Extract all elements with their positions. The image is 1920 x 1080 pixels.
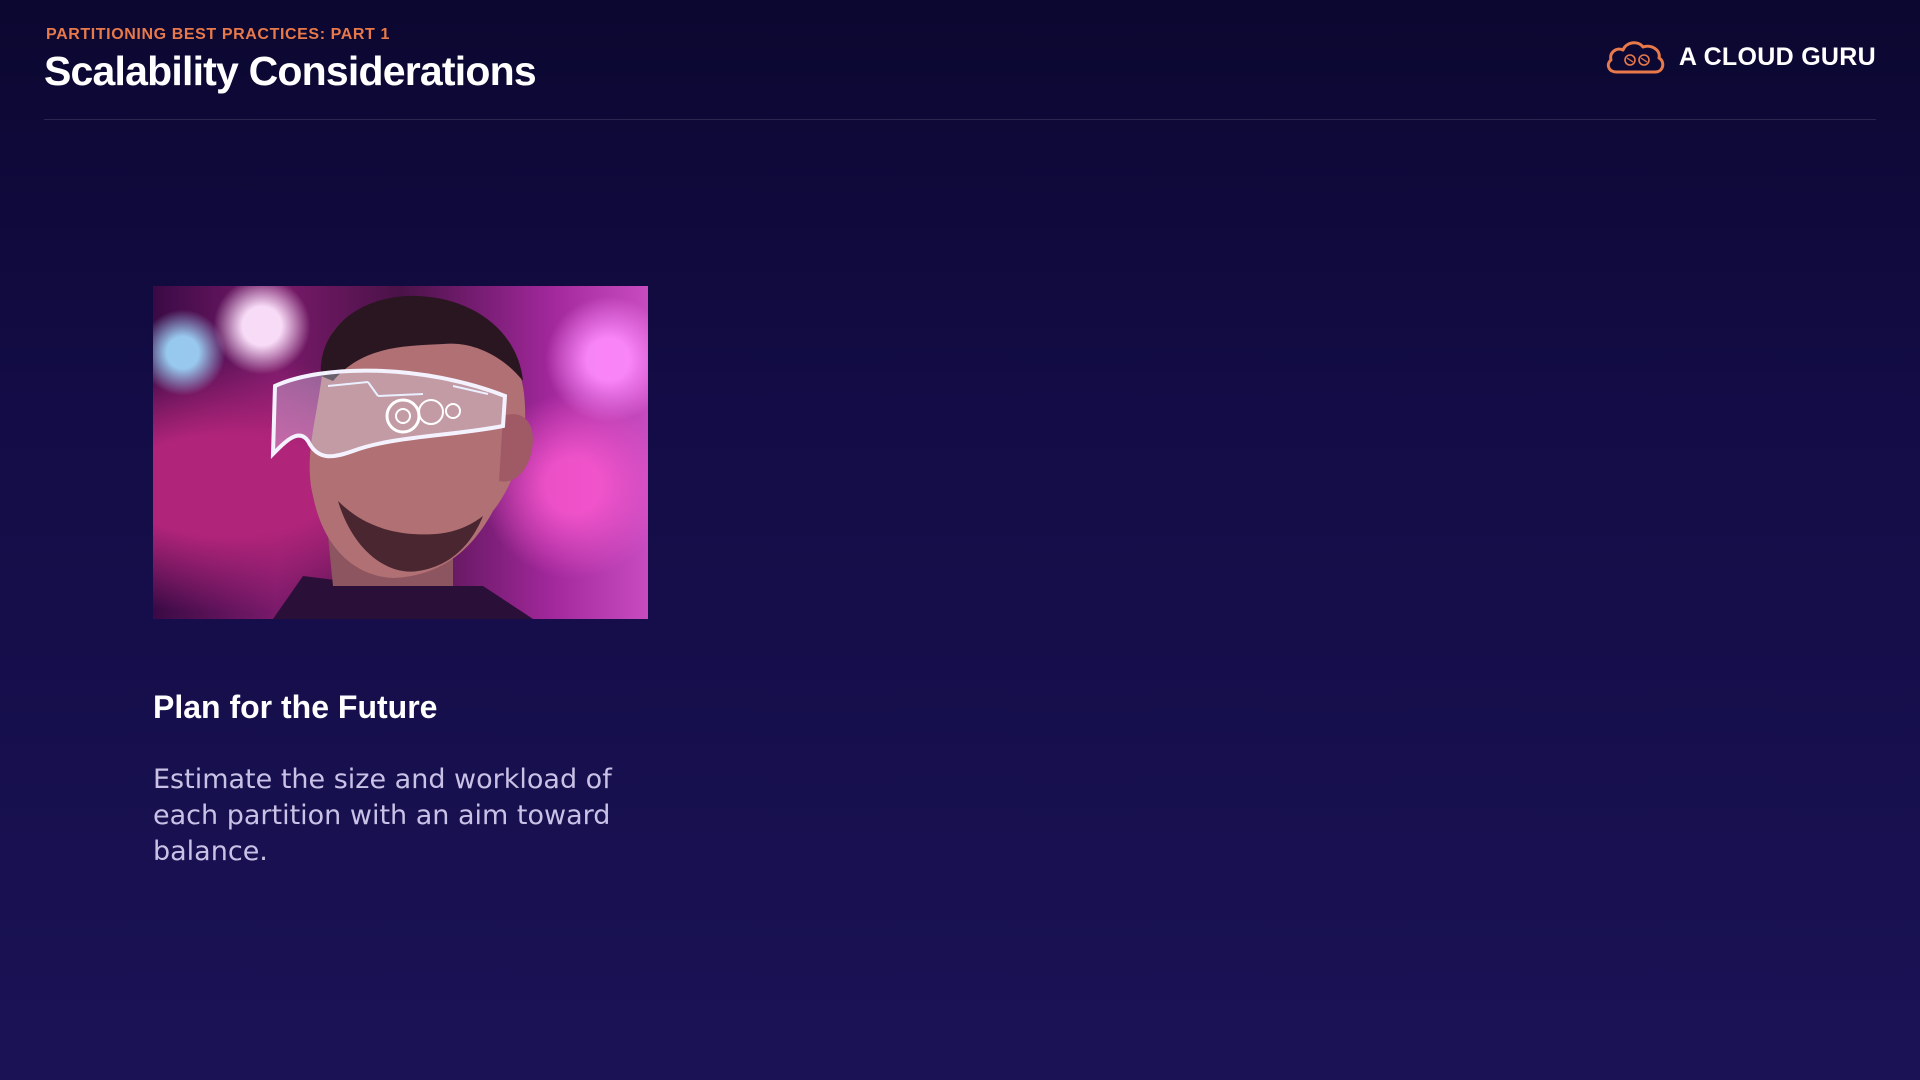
header-divider	[44, 119, 1876, 120]
card-heading: Plan for the Future	[153, 689, 438, 725]
futuristic-visor-photo	[153, 286, 648, 619]
slide-title: Scalability Considerations	[44, 48, 537, 94]
card-description: Estimate the size and workload of each p…	[153, 764, 612, 867]
slide-eyebrow: PARTITIONING BEST PRACTICES: PART 1	[46, 26, 390, 43]
slide-header: PARTITIONING BEST PRACTICES: PART 1 Scal…	[44, 26, 1876, 120]
brand-logo: A CLOUD GURU	[1603, 36, 1876, 78]
content-card: Plan for the Future Estimate the size an…	[153, 286, 648, 870]
brand-name: A CLOUD GURU	[1678, 42, 1876, 71]
cloud-logo-icon	[1606, 41, 1665, 74]
man-with-visor-illustration	[270, 295, 533, 619]
